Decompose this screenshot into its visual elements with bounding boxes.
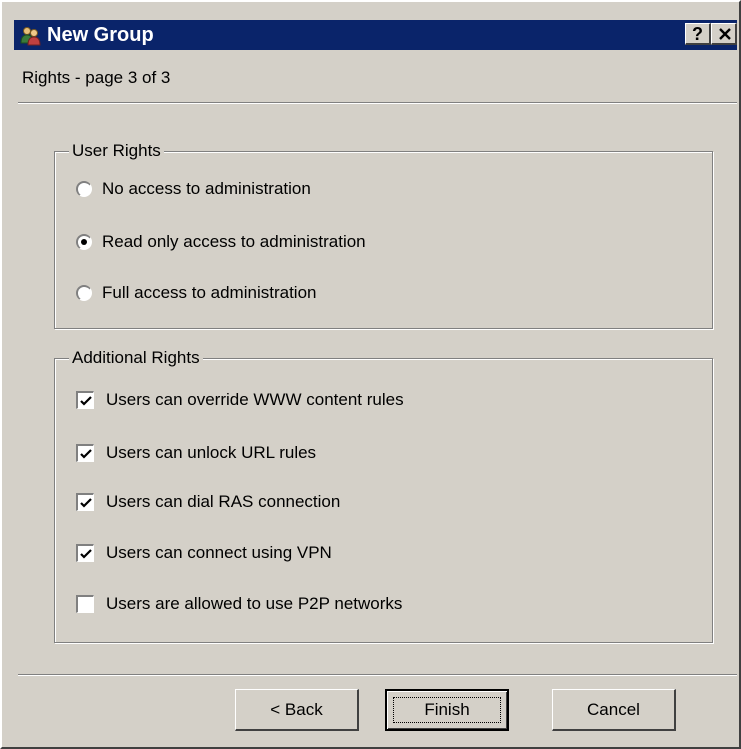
checkbox-connect-vpn[interactable]: Users can connect using VPN <box>76 543 332 563</box>
checkbox-label: Users can override WWW content rules <box>106 390 404 409</box>
new-group-dialog: New Group ? Rights - page 3 of 3 User Ri… <box>0 0 741 749</box>
radio-label: Full access to administration <box>102 283 317 302</box>
radio-button[interactable] <box>76 285 92 301</box>
back-button-label: < Back <box>270 699 323 719</box>
checkmark-icon <box>80 449 92 459</box>
checkmark-icon <box>80 396 92 406</box>
checkbox-label: Users can connect using VPN <box>106 543 332 562</box>
checkbox-unlock-url-rules[interactable]: Users can unlock URL rules <box>76 443 316 463</box>
finish-button[interactable]: Finish <box>385 689 509 731</box>
checkbox[interactable] <box>76 544 94 562</box>
user-rights-legend: User Rights <box>69 140 164 162</box>
close-button[interactable] <box>711 23 737 45</box>
back-button[interactable]: < Back <box>235 689 359 731</box>
checkbox[interactable] <box>76 444 94 462</box>
radio-label: No access to administration <box>102 179 311 198</box>
checkbox[interactable] <box>76 595 94 613</box>
radio-label: Read only access to administration <box>102 232 366 251</box>
additional-rights-legend: Additional Rights <box>69 347 203 369</box>
window-title: New Group <box>47 24 154 46</box>
checkbox-override-www-rules[interactable]: Users can override WWW content rules <box>76 390 404 410</box>
checkbox-label: Users can unlock URL rules <box>106 443 317 462</box>
help-button[interactable]: ? <box>685 23 711 45</box>
cancel-button-label: Cancel <box>587 699 640 719</box>
checkbox-p2p-networks[interactable]: Users are allowed to use P2P networks <box>76 594 402 614</box>
checkbox[interactable] <box>76 391 94 409</box>
checkbox-label: Users are allowed to use P2P networks <box>106 594 403 613</box>
radio-button[interactable] <box>76 181 92 197</box>
close-icon <box>718 25 732 45</box>
page-subtitle: Rights - page 3 of 3 <box>22 68 171 87</box>
radio-button[interactable] <box>76 234 92 250</box>
radio-no-access[interactable]: No access to administration <box>76 179 311 199</box>
title-bar[interactable]: New Group ? <box>14 20 737 50</box>
footer-divider <box>18 674 737 676</box>
checkbox[interactable] <box>76 493 94 511</box>
radio-full-access[interactable]: Full access to administration <box>76 283 316 303</box>
checkbox-label: Users can dial RAS connection <box>106 492 341 511</box>
header-divider <box>18 102 737 104</box>
checkbox-dial-ras[interactable]: Users can dial RAS connection <box>76 492 340 512</box>
radio-read-only-access[interactable]: Read only access to administration <box>76 232 366 252</box>
finish-button-label: Finish <box>424 700 470 719</box>
checkmark-icon <box>80 549 92 559</box>
checkmark-icon <box>80 498 92 508</box>
cancel-button[interactable]: Cancel <box>552 689 676 731</box>
group-users-icon <box>20 25 41 46</box>
